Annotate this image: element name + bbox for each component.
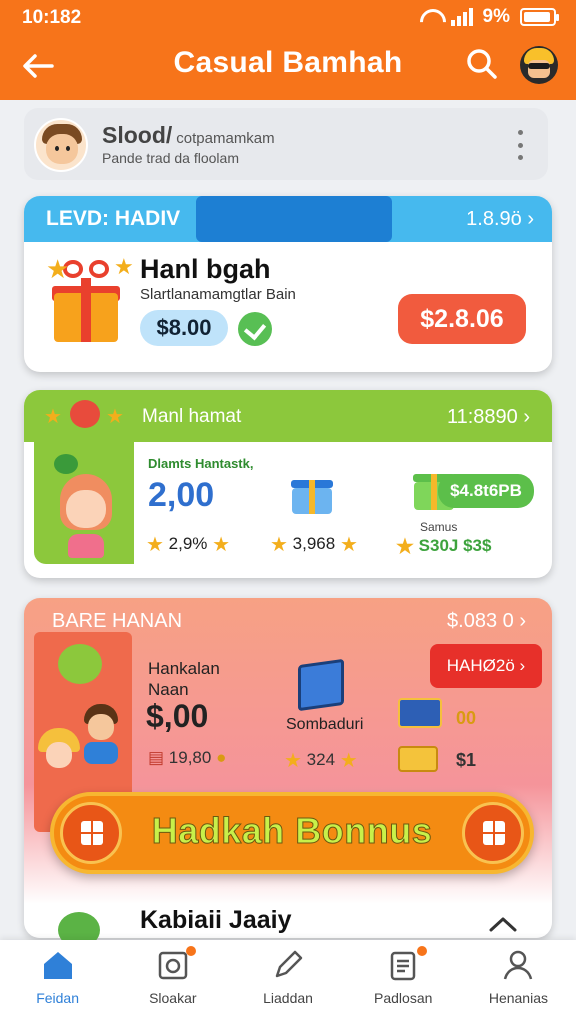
- star-icon: ★: [106, 406, 124, 428]
- item-label: Sombaduri: [286, 716, 364, 733]
- card-header-label: BARE HANAN: [52, 610, 183, 632]
- treasure-chest-icon: [298, 658, 344, 712]
- stat-value: 19,80: [168, 748, 212, 767]
- gift-box-icon: ★ ★: [46, 254, 134, 342]
- notification-dot: [416, 946, 427, 956]
- nav-item-home[interactable]: Feidan: [0, 940, 115, 1024]
- battery-percent: 9%: [482, 6, 510, 27]
- nav-label: Henanias: [488, 990, 548, 1006]
- card-header-value[interactable]: $.083 0 ›: [447, 610, 526, 633]
- star-icon: ★: [396, 536, 414, 558]
- buy-button[interactable]: $2.8.06: [398, 294, 526, 344]
- search-icon: [467, 49, 497, 79]
- girl-character: [38, 728, 80, 778]
- search-button[interactable]: [466, 48, 502, 84]
- section-label: Hankalan: [148, 659, 220, 678]
- user-avatar-button[interactable]: [520, 46, 558, 84]
- bottom-navigation: Feidan Sloakar Liaddan Padlosan Henanias: [0, 940, 576, 1024]
- more-options-icon[interactable]: [510, 130, 530, 160]
- ticket-icon: [398, 698, 442, 728]
- star-icon: ★: [212, 534, 231, 556]
- mascot-icon: [58, 644, 102, 684]
- section-sublabel: Naan: [148, 680, 189, 699]
- home-icon: [43, 952, 72, 979]
- ticket-value: 00: [456, 708, 477, 728]
- card-header-value[interactable]: 1.8.9ö ›: [466, 208, 534, 231]
- sparkle-star-icon: ★: [46, 254, 70, 284]
- nav-item-edit[interactable]: Liaddan: [230, 940, 345, 1024]
- stat-value: 324: [306, 749, 336, 769]
- nav-item-profile[interactable]: Henanias: [461, 940, 576, 1024]
- history-icon: [158, 951, 188, 980]
- card-header-value[interactable]: 11:8890 ›: [447, 406, 530, 429]
- stat-value: 3,968: [292, 533, 336, 553]
- person-icon: [504, 950, 533, 980]
- card-header: LEVD: HADIV 1.8.9ö ›: [24, 196, 552, 242]
- header-tab-highlight[interactable]: [196, 196, 392, 242]
- card-header-label: LEVD: HADIV: [46, 207, 181, 230]
- sparkle-star-icon: ★: [114, 254, 134, 279]
- boy-character: [80, 704, 122, 764]
- stat-value: S30J $3$: [418, 535, 492, 555]
- pencil-icon: [275, 950, 303, 978]
- signal-icon: [450, 8, 473, 26]
- offer-title: Hanl bgah: [140, 254, 271, 284]
- character-illustration: [54, 464, 118, 558]
- gold-ticket-value: $1: [456, 750, 477, 770]
- star-icon: ★: [270, 534, 288, 556]
- card-header: ★ ★ Manl hamat 11:8890 ›: [24, 390, 552, 442]
- offer-card-blue[interactable]: LEVD: HADIV 1.8.9ö › ★ ★ Hanl bgah Slart…: [24, 196, 552, 372]
- notification-dot: [186, 946, 197, 956]
- nav-label: Sloakar: [149, 990, 197, 1006]
- stat-value: 2,9%: [168, 533, 208, 553]
- offer-card-pink[interactable]: BARE HANAN $.083 0 › Hankalan Naan $,00 …: [24, 598, 552, 938]
- small-label: Samus: [420, 520, 458, 534]
- calendar-icon: [462, 802, 524, 864]
- amount-value: $,00: [146, 698, 209, 734]
- profile-subtitle: Pande trad da floolam: [102, 150, 239, 166]
- check-icon: [238, 312, 272, 346]
- nav-item-history[interactable]: Sloakar: [115, 940, 230, 1024]
- gold-ticket-icon: [398, 746, 438, 772]
- wifi-icon: [419, 8, 441, 26]
- status-bar: 10:182 9%: [0, 0, 576, 34]
- next-card-title: Kabiaii Jaaiy: [140, 906, 292, 934]
- profile-name-suffix: cotpamamkam: [176, 130, 275, 147]
- star-icon: ★: [44, 406, 62, 428]
- offer-description: Slartlanamamgtlar Bain: [140, 286, 296, 303]
- avatar: [34, 118, 88, 172]
- reward-value: 2,00: [148, 476, 215, 514]
- app-bar: 10:182 9% Casual Bamhah: [0, 0, 576, 100]
- card-header-label: Manl hamat: [142, 406, 242, 427]
- gift-box-icon: [290, 470, 334, 514]
- calendar-icon: [60, 802, 122, 864]
- offer-card-green[interactable]: ★ ★ Manl hamat 11:8890 › Dlamts Hantastk…: [24, 390, 552, 578]
- strawberry-icon: [70, 400, 100, 428]
- nav-item-tasks[interactable]: Padlosan: [346, 940, 461, 1024]
- star-icon: ★: [339, 534, 358, 556]
- battery-icon: [520, 8, 559, 26]
- nav-label: Padlosan: [374, 990, 433, 1006]
- price-pill: $8.00: [140, 310, 228, 346]
- chevron-up-icon[interactable]: [488, 914, 518, 934]
- profile-name: Slood/: [102, 122, 173, 148]
- profile-card[interactable]: Slood/cotpamamkam Pande trad da floolam: [24, 108, 548, 180]
- clipboard-icon: [390, 951, 416, 981]
- coin-icon: ●: [216, 748, 227, 767]
- star-icon: ★: [146, 534, 164, 556]
- clover-icon: [54, 454, 78, 474]
- bonus-banner-button[interactable]: Hadkah Bonnus: [50, 792, 534, 874]
- offer-pill-button[interactable]: $4.8t6PB: [438, 474, 534, 508]
- nav-label: Feidan: [36, 990, 79, 1006]
- status-time: 10:182: [22, 7, 82, 28]
- promo-label: Dlamts Hantastk,: [148, 456, 254, 471]
- receipt-icon: ▤: [148, 748, 165, 767]
- nav-label: Liaddan: [263, 990, 313, 1006]
- claim-button[interactable]: HAHØ2ö ›: [430, 644, 542, 688]
- star-icon: ★: [284, 750, 302, 772]
- star-icon: ★: [339, 750, 358, 772]
- bonus-label: Hadkah Bonnus: [151, 810, 433, 852]
